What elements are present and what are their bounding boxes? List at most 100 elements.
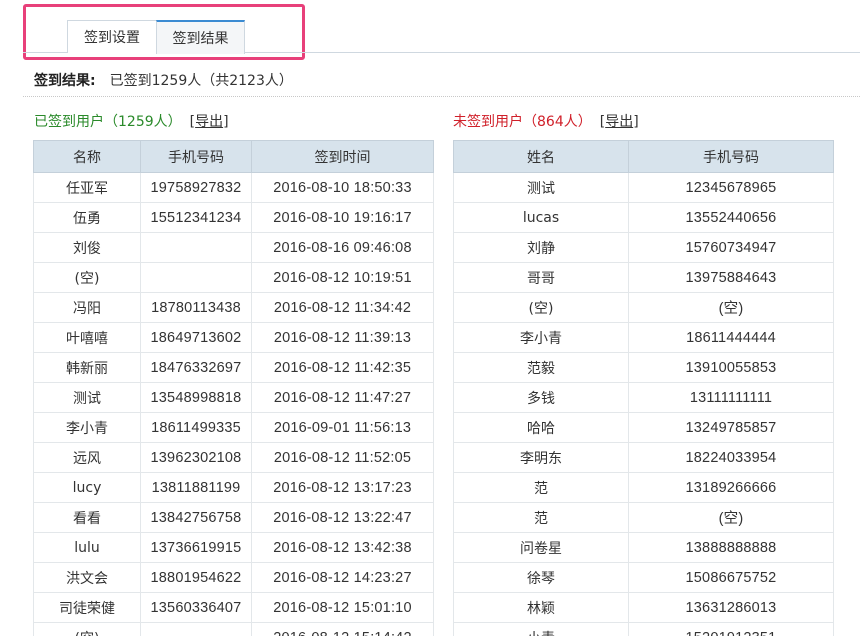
cell-name: 远风 — [33, 442, 141, 473]
cell-signin-time: 2016-08-12 13:17:23 — [251, 472, 434, 503]
unsigned-users-title: 未签到用户（864人） — [453, 114, 592, 130]
table-row: 林颖 13631286013 — [453, 592, 834, 623]
table-row: 徐琴 15086675752 — [453, 562, 834, 593]
cell-name: 李明东 — [453, 442, 629, 473]
unsigned-users-table: 姓名 手机号码 测试 12345678965 lucas 13552440656 刘静 1… — [453, 140, 834, 636]
cell-name: 徐琴 — [453, 562, 629, 593]
cell-name: 小青 — [453, 622, 629, 636]
signed-export-link[interactable]: 导出 — [195, 114, 223, 130]
signed-table-body: 任亚军 19758927832 2016-08-10 18:50:33 伍勇 15512… — [33, 172, 434, 636]
cell-phone: 15201912351 — [628, 622, 834, 636]
cell-phone: 13560336407 — [140, 592, 252, 623]
cell-phone: 18611444444 — [628, 322, 834, 353]
cell-name: 叶嘻嘻 — [33, 322, 141, 353]
cell-signin-time: 2016-09-01 11:56:13 — [251, 412, 434, 443]
unsigned-table-header-row: 姓名 手机号码 — [453, 140, 834, 173]
column-header-phone: 手机号码 — [628, 140, 834, 173]
cell-phone: 13910055853 — [628, 352, 834, 383]
cell-phone: 19758927832 — [140, 172, 252, 203]
cell-name: 范 — [453, 502, 629, 533]
cell-phone: 15086675752 — [628, 562, 834, 593]
cell-name: (空) — [33, 262, 141, 293]
cell-name: 洪文会 — [33, 562, 141, 593]
table-row: 测试 13548998818 2016-08-12 11:47:27 — [33, 382, 434, 413]
cell-signin-time: 2016-08-12 15:14:42 — [251, 622, 434, 636]
table-row: 李明东 18224033954 — [453, 442, 834, 473]
column-header-name: 姓名 — [453, 140, 629, 173]
cell-signin-time: 2016-08-12 11:39:13 — [251, 322, 434, 353]
table-row: 范 (空) — [453, 502, 834, 533]
cell-phone: 13249785857 — [628, 412, 834, 443]
cell-name: 李小青 — [33, 412, 141, 443]
signed-export: [导出] — [190, 111, 229, 131]
cell-name: 伍勇 — [33, 202, 141, 233]
table-row: 韩新丽 18476332697 2016-08-12 11:42:35 — [33, 352, 434, 383]
cell-name: lucy — [33, 472, 141, 503]
cell-name: 刘静 — [453, 232, 629, 263]
cell-name: (空) — [33, 622, 141, 636]
cell-name: 任亚军 — [33, 172, 141, 203]
table-row: 任亚军 19758927832 2016-08-10 18:50:33 — [33, 172, 434, 203]
cell-signin-time: 2016-08-10 19:16:17 — [251, 202, 434, 233]
cell-phone: 13111111111 — [628, 382, 834, 413]
cell-name: (空) — [453, 292, 629, 323]
cell-name: 哥哥 — [453, 262, 629, 293]
cell-name: lucas — [453, 202, 629, 233]
table-row: (空) 2016-08-12 10:19:51 — [33, 262, 434, 293]
cell-name: 林颖 — [453, 592, 629, 623]
table-row: 范 13189266666 — [453, 472, 834, 503]
table-row: 看看 13842756758 2016-08-12 13:22:47 — [33, 502, 434, 533]
cell-signin-time: 2016-08-12 15:01:10 — [251, 592, 434, 623]
cell-signin-time: 2016-08-12 11:42:35 — [251, 352, 434, 383]
cell-signin-time: 2016-08-12 14:23:27 — [251, 562, 434, 593]
cell-name: 看看 — [33, 502, 141, 533]
table-row: 哈哈 13249785857 — [453, 412, 834, 443]
cell-signin-time: 2016-08-12 11:34:42 — [251, 292, 434, 323]
table-row: 范毅 13910055853 — [453, 352, 834, 383]
cell-name: 李小青 — [453, 322, 629, 353]
cell-name: 测试 — [453, 172, 629, 203]
summary-value: 已签到1259人（共2123人） — [109, 73, 293, 89]
cell-signin-time: 2016-08-12 11:47:27 — [251, 382, 434, 413]
cell-name: 司徒荣健 — [33, 592, 141, 623]
cell-phone: (空) — [628, 502, 834, 533]
cell-phone: 13888888888 — [628, 532, 834, 563]
unsigned-users-header: 未签到用户（864人） [导出] — [453, 111, 639, 131]
unsigned-export-link[interactable]: 导出 — [605, 114, 633, 130]
cell-name: 韩新丽 — [33, 352, 141, 383]
cell-phone: 18780113438 — [140, 292, 252, 323]
cell-name: 测试 — [33, 382, 141, 413]
table-row: 小青15201912351 — [453, 622, 834, 636]
cell-phone: 13842756758 — [140, 502, 252, 533]
signed-users-table: 名称 手机号码 签到时间 任亚军 19758927832 2016-08-10 18… — [33, 140, 434, 636]
column-header-signin-time: 签到时间 — [251, 140, 434, 173]
cell-phone: 13811881199 — [140, 472, 252, 503]
signed-export-close: ] — [223, 114, 229, 130]
table-row: 冯阳 18780113438 2016-08-12 11:34:42 — [33, 292, 434, 323]
tab-signin-settings[interactable]: 签到设置 — [67, 20, 157, 53]
signin-results-page: 签到设置 签到结果 签到结果: 已签到1259人（共2123人） 已签到用户（1… — [0, 0, 860, 636]
cell-phone: 13736619915 — [140, 532, 252, 563]
tab-signin-results[interactable]: 签到结果 — [156, 20, 245, 54]
cell-phone: 13962302108 — [140, 442, 252, 473]
cell-phone: 18611499335 — [140, 412, 252, 443]
cell-phone: 12345678965 — [628, 172, 834, 203]
signin-summary: 签到结果: 已签到1259人（共2123人） — [34, 70, 293, 90]
summary-label: 签到结果: — [34, 73, 96, 89]
table-row: 李小青 18611499335 2016-09-01 11:56:13 — [33, 412, 434, 443]
cell-phone: 18476332697 — [140, 352, 252, 383]
cell-phone: 15512341234 — [140, 202, 252, 233]
table-row: 远风 13962302108 2016-08-12 11:52:05 — [33, 442, 434, 473]
cell-name: 问卷星 — [453, 532, 629, 563]
cell-signin-time: 2016-08-16 09:46:08 — [251, 232, 434, 263]
cell-phone: 15760734947 — [628, 232, 834, 263]
table-row: 哥哥 13975884643 — [453, 262, 834, 293]
table-row: 刘俊 2016-08-16 09:46:08 — [33, 232, 434, 263]
cell-phone: 13552440656 — [628, 202, 834, 233]
table-row: 多钱 13111111111 — [453, 382, 834, 413]
cell-phone: 13189266666 — [628, 472, 834, 503]
unsigned-table-body: 测试 12345678965 lucas 13552440656 刘静 157607349… — [453, 172, 834, 636]
table-row: 洪文会 18801954622 2016-08-12 14:23:27 — [33, 562, 434, 593]
cell-signin-time: 2016-08-12 13:22:47 — [251, 502, 434, 533]
summary-divider — [23, 96, 860, 97]
